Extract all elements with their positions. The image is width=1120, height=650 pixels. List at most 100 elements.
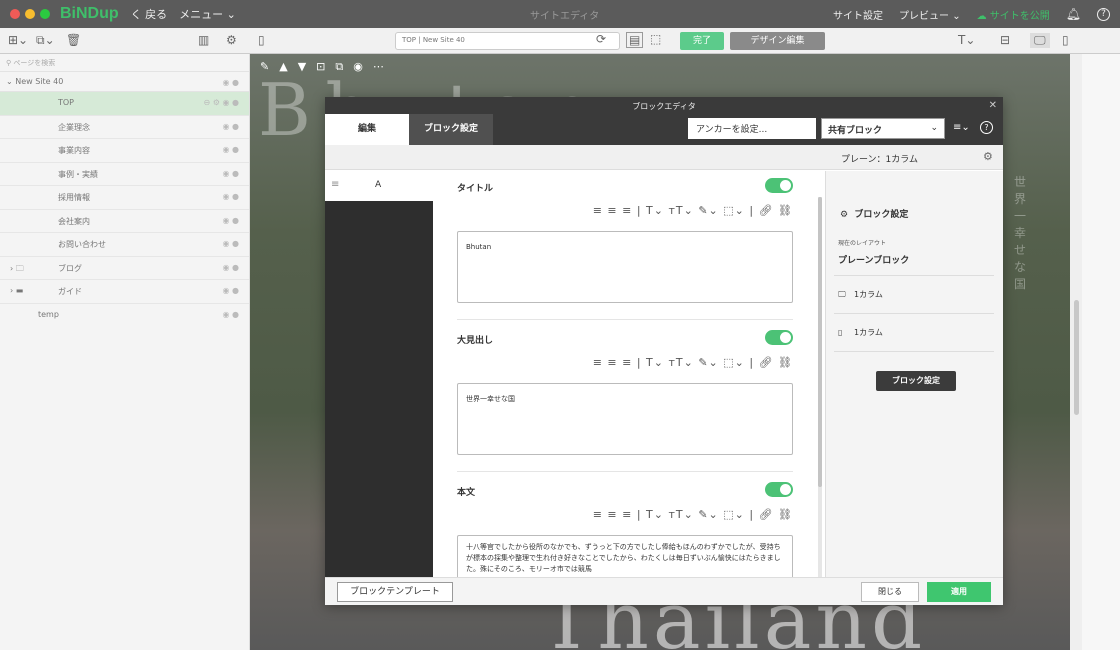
block-template-button[interactable]: ブロックテンプレート [337,582,453,602]
anchor-input[interactable]: アンカーを設定... [688,118,816,139]
visibility-icon[interactable]: ◉ ● [222,122,239,131]
close-icon[interactable]: ✕ [989,100,997,111]
divider [834,313,994,314]
gear-icon: ⚙ [840,210,849,220]
page-url-field[interactable]: TOP | New Site 40 [395,32,620,50]
canvas-side-text: 世界一幸せな国 [1014,175,1027,291]
page-item[interactable]: temp ◉ ● [0,304,249,328]
close-button[interactable]: 閉じる [861,582,919,602]
design-edit-button[interactable]: デザイン編集 [730,32,825,50]
apply-button[interactable]: 適用 [927,582,991,602]
page-item-top[interactable]: TOP ⊖ ⚙ ◉ ● [0,92,249,116]
visibility-icon[interactable]: ◉ ● [222,192,239,201]
page-item[interactable]: 会社案内 ◉ ● [0,210,249,233]
page-search-input[interactable]: ⚲ ページを検索 [0,54,249,72]
search-icon: ⚲ [6,59,12,67]
field-editor: タイトル ≡ ≡ ≡ | T⌄ ᴛT⌄ ✎⌄ ⬚⌄ | 🔗︎ ⛓ Bhutan … [433,171,823,577]
site-row[interactable]: ⌄ New Site 40 ◉ ● [0,72,249,92]
folder-item-guide[interactable]: › ▬ ガイド ◉ ● [0,280,249,304]
minimize-window-button[interactable] [25,9,35,19]
shared-block-select[interactable]: 共有ブロック ⌄ [821,118,945,139]
dialog-title: ブロックエディタ [632,102,696,111]
visibility-icon[interactable]: ◉ ● [222,145,239,154]
trash-icon[interactable]: 🗑︎ [66,33,81,47]
menu-dropdown[interactable]: メニュー ⌄ [179,6,236,22]
gear-icon[interactable]: ⚙ [226,33,237,47]
canvas-scroll-thumb[interactable] [1074,300,1079,415]
page-item[interactable]: 事業内容 ◉ ● [0,139,249,163]
cloud-upload-icon: ☁ [976,10,987,22]
drag-handle-icon[interactable]: ≡ [331,179,339,190]
visibility-icon[interactable]: ◉ ● [222,216,239,225]
done-button[interactable]: 完了 [680,32,724,50]
text-style-icon[interactable]: T⌄ [958,33,975,47]
body-textarea[interactable]: 十八等官でしたから役所のなかでも、ずうっと下の方でしたし俸給もほんのわずかでした… [457,535,793,577]
mobile-view-icon[interactable]: ▯ [1062,33,1069,47]
analytics-icon[interactable]: ▥ [198,33,209,47]
add-page-icon[interactable]: ⊞⌄ [8,33,28,47]
title-bar: BiNDup く 戻る メニュー ⌄ サイトエディタ サイト設定 プレビュー ⌄… [0,0,1120,28]
page-label: 会社案内 [58,216,90,226]
field-toggle[interactable] [765,482,793,497]
gear-icon[interactable]: ⚙ [983,150,993,163]
field-toggle[interactable] [765,330,793,345]
format-toolbar[interactable]: ≡ ≡ ≡ | T⌄ ᴛT⌄ ✎⌄ ⬚⌄ | 🔗︎ ⛓ [593,356,793,369]
mobile-icon: ▯ [838,328,843,337]
publish-button[interactable]: ☁ サイトを公開 [977,7,1050,22]
tab-edit[interactable]: 編集 [325,114,409,145]
divider [834,351,994,352]
mobile-layout-option[interactable]: ▯ 1カラム [838,327,994,338]
help-icon[interactable]: ? [980,121,993,134]
fields-scroll-thumb[interactable] [818,197,822,487]
inspector-icon[interactable]: ⬚ [650,32,661,46]
visibility-icon[interactable]: ◉ ● [222,310,239,319]
zoom-window-button[interactable] [40,9,50,19]
close-window-button[interactable] [10,9,20,19]
preview-dropdown[interactable]: プレビュー ⌄ [899,7,961,22]
hamburger-menu-icon[interactable]: ≡⌄ [953,122,970,133]
divider [457,471,793,472]
desktop-view-icon[interactable]: 🖵︎ [1030,33,1050,48]
reload-icon[interactable]: ⟳ [596,32,606,46]
page-item[interactable]: お問い合わせ ◉ ● [0,233,249,257]
site-settings-button[interactable]: サイト設定 [833,7,883,22]
block-settings-button[interactable]: ブロック設定 [876,371,956,391]
page-label: ガイド [58,287,82,296]
visibility-icon[interactable]: ◉ ● [222,78,239,87]
tab-block-settings[interactable]: ブロック設定 [409,114,493,145]
page-label: TOP [58,98,75,107]
format-toolbar[interactable]: ≡ ≡ ≡ | T⌄ ᴛT⌄ ✎⌄ ⬚⌄ | 🔗︎ ⛓ [593,508,793,521]
bell-icon[interactable]: 🔔︎ [1066,7,1081,21]
divider [834,275,994,276]
page-actions-icon[interactable]: ⊖ ⚙ ◉ ● [204,98,239,107]
option-label: 1カラム [854,328,883,337]
chevron-down-icon: ⌄ [226,8,236,21]
visibility-icon[interactable]: ◉ ● [222,239,239,248]
sidebar-toggle-icon[interactable]: ▯ [258,33,265,47]
publish-label: サイトを公開 [989,10,1050,22]
layout-icon[interactable]: ▤ [626,32,644,48]
desktop-layout-option[interactable]: 🖵︎ 1カラム [838,289,994,300]
topbar-right: サイト設定 プレビュー ⌄ ☁ サイトを公開 🔔︎ ? [833,7,1110,22]
dialog-footer: ブロックテンプレート 閉じる 適用 [325,577,1003,605]
format-toolbar[interactable]: ≡ ≡ ≡ | T⌄ ᴛT⌄ ✎⌄ ⬚⌄ | 🔗︎ ⛓ [593,204,793,217]
headline-textarea[interactable]: 世界一幸せな国 [457,383,793,455]
option-label: 1カラム [854,290,883,299]
help-icon[interactable]: ? [1097,7,1110,21]
block-settings-panel: ⚙ ブロック設定 現在のレイアウト プレーンブロック 🖵︎ 1カラム ▯ 1カラム … [825,171,1003,577]
page-item[interactable]: 事例・実績 ◉ ● [0,163,249,186]
visibility-icon[interactable]: ◉ ● [222,286,239,295]
title-textarea[interactable]: Bhutan [457,231,793,303]
field-toggle[interactable] [765,178,793,193]
grid-icon[interactable]: ⊟ [1000,33,1010,47]
column-item-a[interactable]: ≡ A [325,171,433,201]
visibility-icon[interactable]: ◉ ● [222,263,239,272]
back-button[interactable]: く 戻る [131,6,168,22]
folder-item-blog[interactable]: › 🗀︎ ブログ ◉ ● [0,257,249,280]
page-item[interactable]: 企業理念 ◉ ● [0,116,249,139]
duplicate-icon[interactable]: ⧉⌄ [36,33,55,48]
visibility-icon[interactable]: ◉ ● [222,169,239,178]
right-gutter [1082,54,1120,650]
site-name: New Site 40 [15,77,64,86]
page-item[interactable]: 採用情報 ◉ ● [0,186,249,210]
